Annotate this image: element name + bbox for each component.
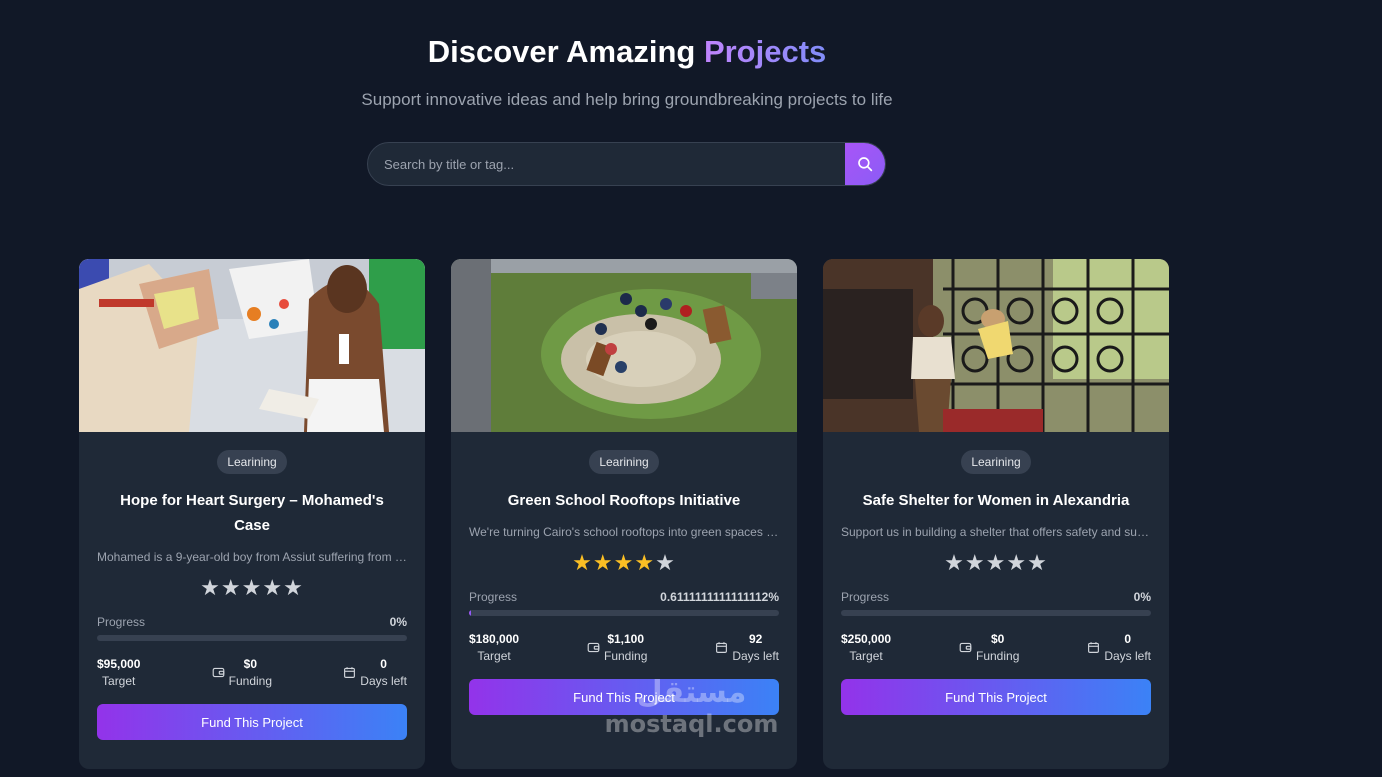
- progress-bar: [97, 635, 407, 641]
- progress-fill: [469, 610, 471, 616]
- progress-value: 0%: [389, 615, 407, 629]
- page-title-accent: Projects: [703, 34, 827, 69]
- target-value: $95,000: [97, 657, 141, 671]
- target-label: Target: [849, 649, 883, 663]
- search-button[interactable]: [845, 143, 885, 185]
- funding-label: Funding: [976, 649, 1020, 663]
- project-title[interactable]: Hope for Heart Surgery – Mohamed's Case: [107, 488, 397, 538]
- stat-target: $250,000 Target: [841, 632, 891, 663]
- star-icon: ★: [572, 550, 593, 575]
- project-description: We're turning Cairo's school rooftops in…: [469, 525, 779, 539]
- search-icon: [858, 157, 873, 172]
- project-card[interactable]: Learining Green School Rooftops Initiati…: [451, 259, 797, 769]
- fund-project-button[interactable]: Fund This Project: [97, 704, 407, 740]
- project-card[interactable]: Learining Safe Shelter for Women in Alex…: [823, 259, 1169, 769]
- wallet-icon: [959, 642, 972, 653]
- project-title[interactable]: Safe Shelter for Women in Alexandria: [851, 488, 1141, 513]
- fund-project-button[interactable]: Fund This Project: [841, 679, 1151, 715]
- search-bar: [367, 142, 886, 186]
- funding-value: $0: [243, 657, 258, 671]
- search-input[interactable]: [368, 143, 846, 185]
- target-label: Target: [477, 649, 511, 663]
- star-icon: ★: [944, 550, 965, 575]
- wallet-icon: [587, 642, 600, 653]
- star-icon: ★: [634, 550, 656, 575]
- funding-label: Funding: [228, 674, 273, 688]
- star-icon: ★: [985, 550, 1007, 575]
- star-rating: ★★★★★: [97, 575, 407, 601]
- stat-funding: $1,100 Funding: [587, 632, 647, 663]
- progress-value: 0.6111111111111112%: [660, 590, 779, 604]
- page-title: Discover Amazing Projects: [0, 34, 1254, 70]
- card-body: Learining Safe Shelter for Women in Alex…: [823, 432, 1169, 715]
- card-body: Learining Green School Rooftops Initiati…: [451, 432, 797, 715]
- star-icon: ★: [241, 575, 263, 600]
- days-value: 92: [748, 632, 763, 646]
- stat-funding: $0 Funding: [959, 632, 1019, 663]
- star-icon: ★: [283, 575, 304, 600]
- star-icon: ★: [1027, 550, 1048, 575]
- progress-bar: [469, 610, 779, 616]
- progress-bar: [841, 610, 1151, 616]
- star-rating: ★★★★★: [841, 550, 1151, 576]
- fund-project-button[interactable]: Fund This Project: [469, 679, 779, 715]
- star-icon: ★: [262, 575, 284, 600]
- target-label: Target: [102, 674, 136, 688]
- project-image-heart-surgery: [79, 259, 425, 432]
- progress-row: Progress 0.6111111111111112%: [469, 590, 779, 604]
- stat-days: 0 Days left: [1087, 632, 1151, 663]
- project-description: Mohamed is a 9-year-old boy from Assiut …: [97, 550, 407, 564]
- stat-target: $95,000 Target: [97, 657, 140, 688]
- category-tag: Learining: [217, 450, 287, 474]
- funding-value: $0: [991, 632, 1005, 646]
- project-image-safe-shelter: [823, 259, 1169, 432]
- category-tag: Learining: [961, 450, 1031, 474]
- projects-page: Discover Amazing Projects Support innova…: [0, 0, 1382, 777]
- progress-row: Progress 0%: [841, 590, 1151, 604]
- progress-label: Progress: [97, 615, 146, 629]
- star-icon: ★: [1006, 550, 1028, 575]
- progress-value: 0%: [1133, 590, 1151, 604]
- days-label: Days left: [360, 674, 407, 688]
- project-title[interactable]: Green School Rooftops Initiative: [479, 488, 769, 513]
- stat-target: $180,000 Target: [469, 632, 519, 663]
- calendar-icon: [344, 667, 356, 678]
- days-value: 0: [380, 657, 387, 671]
- wallet-icon: [212, 667, 225, 678]
- star-rating: ★★★★★: [469, 550, 779, 576]
- funding-label: Funding: [604, 649, 648, 663]
- star-icon: ★: [592, 550, 614, 575]
- project-stats: $95,000 Target $0 Funding 0 Days left: [97, 657, 407, 688]
- project-stats: $180,000 Target $1,100 Funding 92 Days l…: [469, 632, 779, 663]
- stat-funding: $0 Funding: [212, 657, 272, 688]
- days-label: Days left: [732, 649, 779, 663]
- project-card[interactable]: Learining Hope for Heart Surgery – Moham…: [79, 259, 425, 769]
- stat-days: 92 Days left: [715, 632, 779, 663]
- star-icon: ★: [655, 550, 676, 575]
- page-title-main: Discover Amazing: [427, 34, 704, 69]
- project-image-green-rooftops: [451, 259, 797, 432]
- star-icon: ★: [220, 575, 242, 600]
- page-subtitle: Support innovative ideas and help bring …: [361, 90, 893, 109]
- calendar-icon: [716, 642, 728, 653]
- days-value: 0: [1124, 632, 1131, 646]
- category-tag: Learining: [589, 450, 659, 474]
- funding-value: $1,100: [607, 632, 645, 646]
- calendar-icon: [1088, 642, 1100, 653]
- project-stats: $250,000 Target $0 Funding 0 Days left: [841, 632, 1151, 663]
- stat-days: 0 Days left: [343, 657, 407, 688]
- days-label: Days left: [1104, 649, 1151, 663]
- progress-label: Progress: [841, 590, 890, 604]
- star-icon: ★: [964, 550, 986, 575]
- target-value: $250,000: [841, 632, 892, 646]
- progress-row: Progress 0%: [97, 615, 407, 629]
- project-description: Support us in building a shelter that of…: [841, 525, 1151, 539]
- target-value: $180,000: [469, 632, 520, 646]
- star-icon: ★: [613, 550, 635, 575]
- card-body: Learining Hope for Heart Surgery – Moham…: [79, 432, 425, 740]
- progress-label: Progress: [469, 590, 518, 604]
- star-icon: ★: [200, 575, 221, 600]
